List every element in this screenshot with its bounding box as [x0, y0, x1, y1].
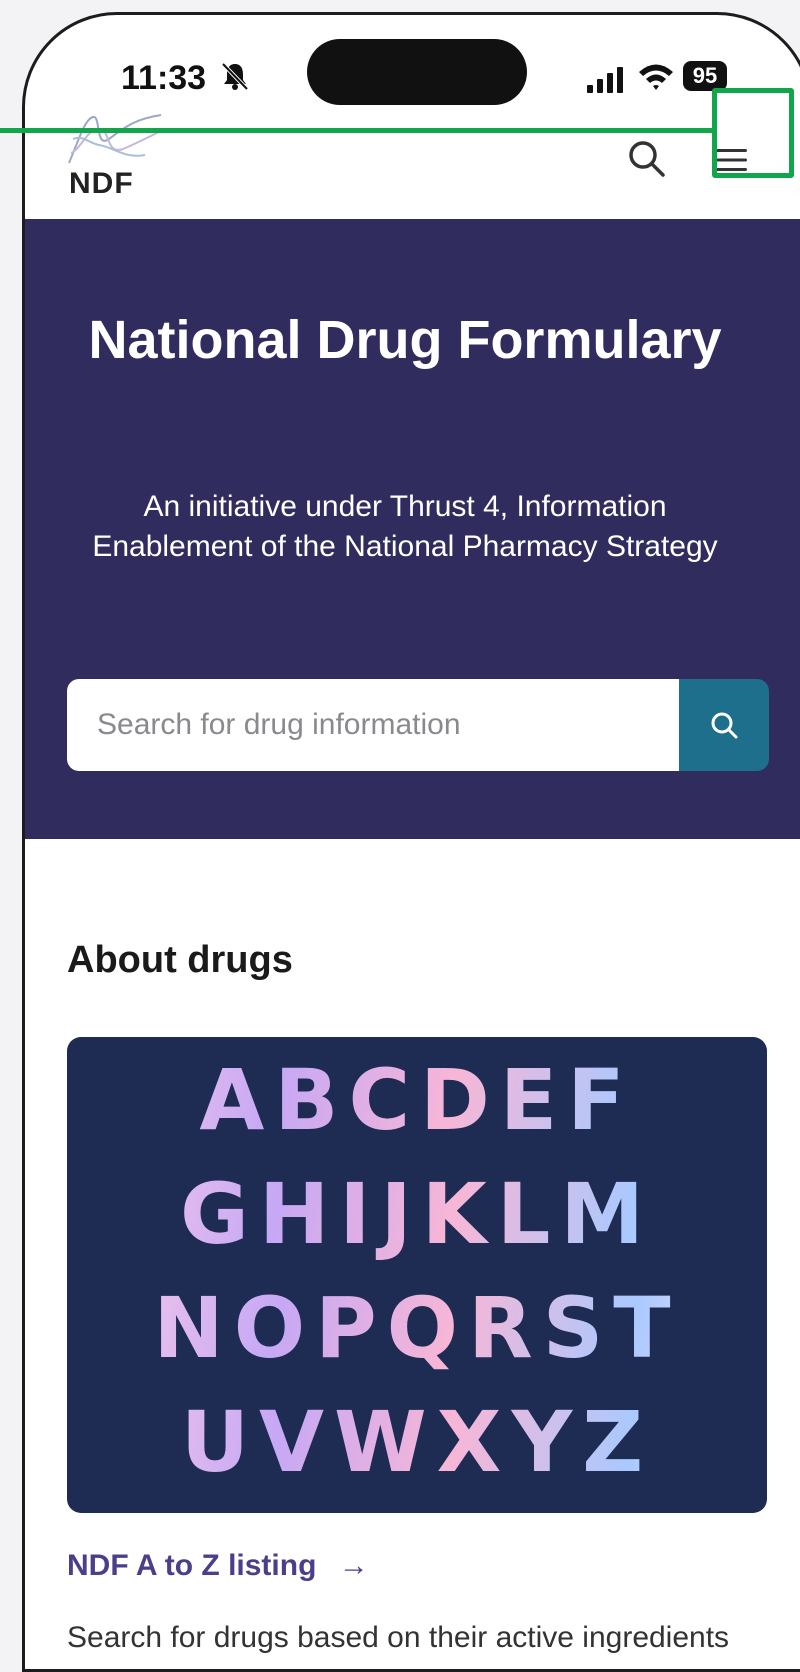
annotation-pointer-line [0, 128, 714, 133]
alphabet-row: ABCDEF [67, 1051, 767, 1149]
search-icon [711, 712, 738, 739]
alphabet-row: NOPQRST [67, 1279, 767, 1377]
search-input[interactable] [67, 679, 679, 771]
az-description: Search for drugs based on their active i… [67, 1621, 730, 1654]
bell-slash-icon [221, 62, 249, 91]
cellular-signal-icon [587, 67, 623, 93]
ndf-logo-text[interactable]: NDF [69, 167, 134, 201]
annotation-highlight-box [712, 88, 794, 178]
status-bar: 11:33 95 [25, 15, 800, 105]
status-time: 11:33 [121, 59, 207, 97]
alphabet-row: GHIJKLM [67, 1165, 767, 1263]
arrow-right-icon: → [338, 1549, 369, 1582]
hero-title: National Drug Formulary [88, 310, 722, 370]
wifi-icon [639, 64, 673, 90]
site-header: NDF [25, 105, 800, 220]
hero-subtitle: An initiative under Thrust 4, Informatio… [92, 490, 718, 563]
ndf-a-to-z-link[interactable]: NDF A to Z listing → [67, 1549, 369, 1583]
search-submit-button[interactable] [679, 679, 769, 771]
ndf-logo-graphic[interactable] [65, 109, 175, 167]
az-link-label: NDF A to Z listing [67, 1549, 317, 1582]
drug-search-field[interactable] [67, 679, 679, 771]
phone-frame: 11:33 95 NDF National Drug Formulary An … [22, 12, 800, 1672]
dynamic-island [307, 39, 527, 105]
about-drugs-heading: About drugs [67, 939, 293, 981]
a-to-z-banner-image[interactable]: ABCDEF GHIJKLM NOPQRST UVWXYZ [67, 1037, 767, 1513]
header-search-icon[interactable] [625, 137, 669, 181]
alphabet-row: UVWXYZ [67, 1393, 767, 1491]
hero-section: National Drug Formulary An initiative un… [25, 219, 800, 839]
battery-indicator: 95 [683, 61, 727, 91]
